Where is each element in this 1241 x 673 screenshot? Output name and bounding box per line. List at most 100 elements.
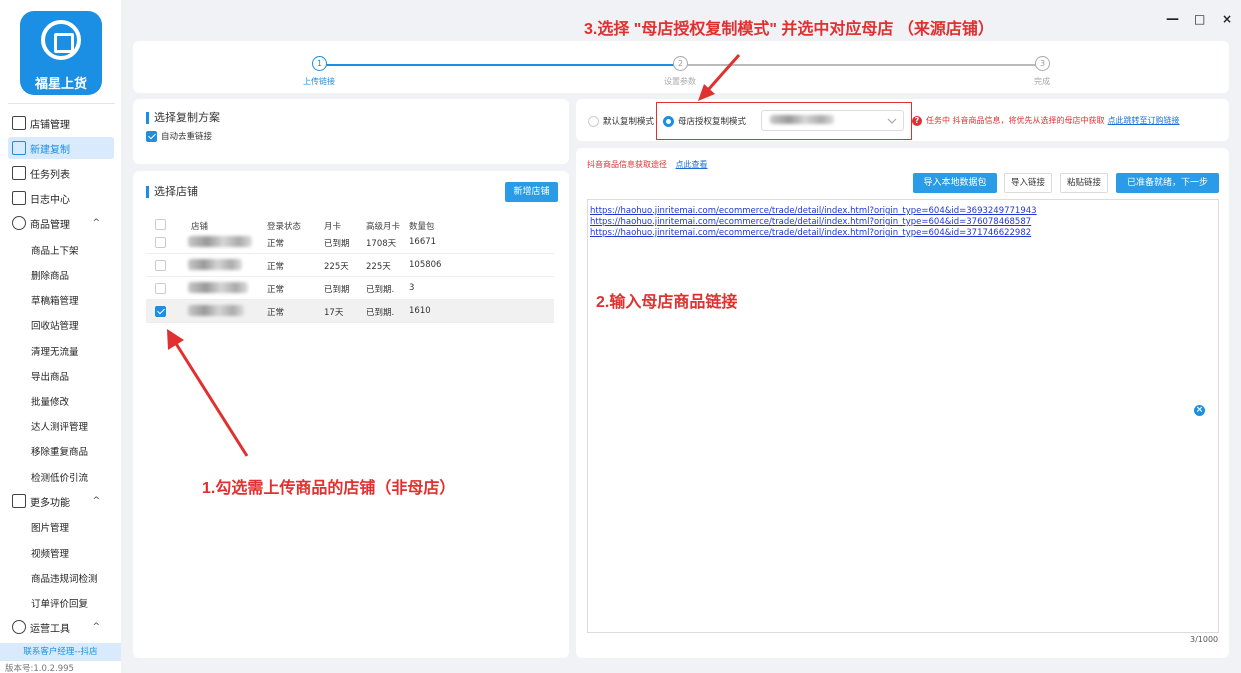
ops-tool-icon <box>12 620 26 634</box>
annotation-step3: 3.选择 "母店授权复制模式" 并选中对应母店 （来源店铺） <box>584 21 994 38</box>
step-connector <box>681 64 1043 66</box>
advanced-card: 已到期. <box>366 285 395 295</box>
sidebar-subitem-review-reply[interactable]: 订单评价回复 <box>31 596 88 610</box>
parent-mode-hint: ? 任务中 抖音商品信息，将优先从选择的母店中获取 点此跳转至订购链接 <box>912 115 1180 126</box>
row-checkbox[interactable] <box>155 283 166 294</box>
store-name-redacted <box>188 236 252 247</box>
maximize-button[interactable]: □ <box>1194 12 1205 26</box>
sidebar-item-more-features[interactable]: 更多功能 ^ <box>8 490 114 512</box>
default-mode-option[interactable]: 默认复制模式 <box>588 115 654 127</box>
dedupe-label: 自动去重链接 <box>161 132 213 142</box>
new-store-button[interactable]: 新增店铺 <box>505 182 558 202</box>
sidebar-subitem-low-price-detect[interactable]: 检测低价引流 <box>31 470 88 484</box>
sidebar-subitem-batch-edit[interactable]: 批量修改 <box>31 394 69 408</box>
table-row[interactable]: 正常 225天 225天 105806 <box>146 254 554 277</box>
order-link[interactable]: 点此跳转至订购链接 <box>1108 115 1180 126</box>
close-button[interactable]: × <box>1222 12 1232 26</box>
dedupe-checkbox[interactable] <box>146 130 157 142</box>
clear-icon[interactable]: × <box>1194 405 1205 416</box>
paste-links-button[interactable]: 粘贴链接 <box>1060 173 1108 193</box>
sidebar-subitem-drafts[interactable]: 草稿箱管理 <box>31 293 79 307</box>
parent-mode-label: 母店授权复制模式 <box>678 117 747 127</box>
sidebar-item-label: 店铺管理 <box>30 119 70 131</box>
monthly-card: 17天 <box>324 308 344 318</box>
sidebar-subitem-remove-duplicates[interactable]: 移除重复商品 <box>31 444 88 458</box>
sidebar-subitem-image-management[interactable]: 图片管理 <box>31 520 69 534</box>
quantity-pack: 1610 <box>409 306 431 316</box>
row-checkbox[interactable] <box>155 237 166 248</box>
task-list-icon <box>12 166 26 180</box>
quantity-pack: 105806 <box>409 260 442 270</box>
sidebar-subitem-violation-words[interactable]: 商品违规词检测 <box>31 571 98 585</box>
sidebar-item-label: 更多功能 <box>30 497 70 509</box>
login-status: 正常 <box>267 285 285 295</box>
app-logo: 福星上货 <box>20 11 102 95</box>
monthly-card: 225天 <box>324 262 349 272</box>
minimize-button[interactable]: — <box>1166 12 1179 27</box>
select-all-checkbox[interactable] <box>155 219 166 230</box>
table-row[interactable]: 正常 已到期 1708天 16671 <box>146 231 554 254</box>
sidebar: 福星上货 店铺管理 新建复制 任务列表 日志中心 商品管理 ^ 商品上下架 删除… <box>0 0 121 673</box>
sidebar-item-new-copy[interactable]: 新建复制 <box>8 137 114 159</box>
step-3-circle: 3 <box>1035 56 1050 71</box>
hint-text: 任务中 抖音商品信息，将优先从选择的母店中获取 <box>926 116 1105 125</box>
sidebar-subitem-recycle-bin[interactable]: 回收站管理 <box>31 318 79 332</box>
store-icon <box>12 116 26 130</box>
default-mode-radio[interactable] <box>588 115 599 127</box>
sidebar-subitem-clean-no-traffic[interactable]: 清理无流量 <box>31 344 79 358</box>
view-source-link[interactable]: 点此查看 <box>676 160 708 169</box>
question-icon: ? <box>912 115 922 126</box>
contact-manager-link[interactable]: 联系客户经理--抖店 <box>0 643 121 661</box>
store-name-redacted <box>188 305 244 316</box>
sidebar-divider <box>8 103 115 104</box>
sidebar-item-product-management[interactable]: 商品管理 ^ <box>8 212 114 234</box>
link-line: https://haohuo.jinritemai.com/ecommerce/… <box>590 206 1037 216</box>
step-connector-done <box>319 64 681 66</box>
grid-icon <box>12 494 26 508</box>
table-row-selected[interactable]: 正常 17天 已到期. 1610 <box>146 300 554 323</box>
login-status: 正常 <box>267 308 285 318</box>
sidebar-item-label: 运营工具 <box>30 623 70 635</box>
link-count: 3/1000 <box>1190 635 1219 644</box>
row-checkbox[interactable] <box>155 260 166 271</box>
sidebar-subitem-influencer-review[interactable]: 达人测评管理 <box>31 419 88 433</box>
sidebar-item-log-center[interactable]: 日志中心 <box>8 187 114 209</box>
store-name-redacted <box>188 282 248 293</box>
sidebar-item-label: 日志中心 <box>30 194 70 206</box>
links-textarea[interactable]: https://haohuo.jinritemai.com/ecommerce/… <box>587 199 1219 633</box>
source-label: 抖音商品信息获取途径 <box>587 160 667 169</box>
import-local-package-button[interactable]: 导入本地数据包 <box>913 173 997 193</box>
monthly-card: 已到期 <box>324 239 350 249</box>
step-1-circle: 1 <box>312 56 327 71</box>
dedupe-option[interactable]: 自动去重链接 <box>146 130 212 142</box>
link-line: https://haohuo.jinritemai.com/ecommerce/… <box>590 228 1032 238</box>
advanced-card: 已到期. <box>366 308 395 318</box>
sidebar-item-ops-tools[interactable]: 运营工具 ^ <box>8 616 114 638</box>
chevron-up-icon: ^ <box>92 496 100 506</box>
import-links-button[interactable]: 导入链接 <box>1004 173 1052 193</box>
sidebar-subitem-delete-product[interactable]: 删除商品 <box>31 268 69 282</box>
row-checkbox-checked[interactable] <box>155 306 166 317</box>
sidebar-item-task-list[interactable]: 任务列表 <box>8 162 114 184</box>
annotation-step1: 1.勾选需上传商品的店铺（非母店） <box>202 480 456 497</box>
table-row[interactable]: 正常 已到期 已到期. 3 <box>146 277 554 300</box>
parent-mode-radio[interactable] <box>663 115 674 127</box>
sidebar-subitem-video-management[interactable]: 视频管理 <box>31 546 69 560</box>
parent-store-name-redacted <box>770 115 834 124</box>
chevron-down-icon <box>887 118 897 124</box>
product-box-icon <box>12 216 26 230</box>
coin-logo-icon <box>41 20 81 60</box>
sidebar-subitem-export-products[interactable]: 导出商品 <box>31 369 69 383</box>
sidebar-subitem-product-shelf[interactable]: 商品上下架 <box>31 243 79 257</box>
parent-store-select[interactable] <box>761 110 904 131</box>
sidebar-item-label: 新建复制 <box>30 144 70 156</box>
parent-mode-option[interactable]: 母店授权复制模式 <box>663 115 746 127</box>
next-step-button[interactable]: 已准备就绪，下一步 <box>1116 173 1219 193</box>
new-copy-icon <box>12 141 26 155</box>
chevron-up-icon: ^ <box>92 622 100 632</box>
advanced-card: 225天 <box>366 262 391 272</box>
chevron-up-icon: ^ <box>92 218 100 228</box>
sidebar-item-store-management[interactable]: 店铺管理 <box>8 112 114 134</box>
sidebar-item-label: 任务列表 <box>30 169 70 181</box>
log-icon <box>12 191 26 205</box>
